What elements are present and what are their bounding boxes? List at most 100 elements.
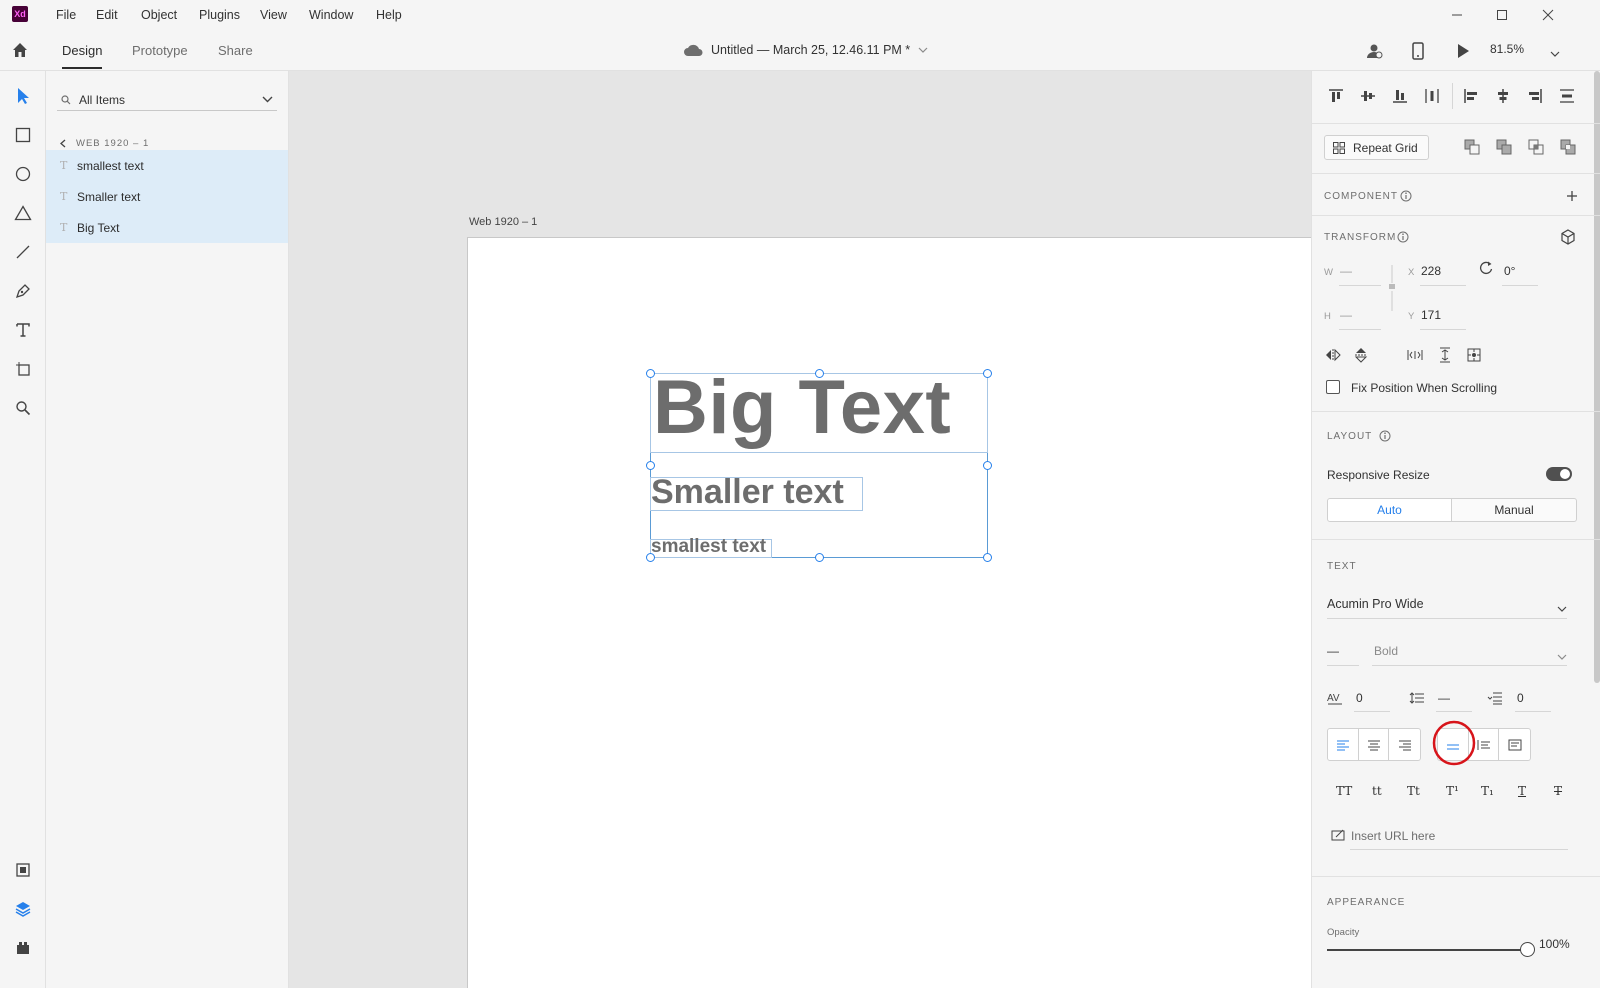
pen-tool-icon[interactable]	[11, 279, 35, 303]
tab-prototype[interactable]: Prototype	[132, 43, 188, 58]
home-icon[interactable]	[11, 41, 29, 62]
maximize-icon[interactable]	[1492, 5, 1512, 25]
strikethrough-button[interactable]: T	[1554, 784, 1562, 798]
zoom-chevron-icon[interactable]	[1550, 46, 1560, 60]
resize-manual-button[interactable]: Manual	[1451, 498, 1577, 522]
artboard[interactable]: Big Text Smaller text smallest text	[467, 237, 1311, 988]
subscript-button[interactable]: T₁	[1481, 784, 1494, 798]
opacity-slider-thumb[interactable]	[1520, 942, 1535, 957]
zoom-tool-icon[interactable]	[11, 396, 35, 420]
font-weight-select[interactable]: Bold	[1374, 644, 1398, 658]
resize-handle[interactable]	[646, 369, 655, 378]
big-text[interactable]: Big Text	[653, 364, 951, 451]
width-field[interactable]: —	[1340, 264, 1352, 278]
tab-share[interactable]: Share	[218, 43, 253, 58]
design-canvas[interactable]: Web 1920 – 1 Big Text Smaller text small…	[289, 71, 1311, 988]
align-center-icon[interactable]	[1493, 86, 1513, 106]
resize-handle[interactable]	[983, 369, 992, 378]
resize-handle[interactable]	[646, 461, 655, 470]
menu-plugins[interactable]: Plugins	[199, 8, 240, 22]
info-icon[interactable]	[1393, 227, 1413, 247]
menu-help[interactable]: Help	[376, 8, 402, 22]
boolean-add-icon[interactable]	[1494, 137, 1514, 157]
info-icon[interactable]	[1375, 426, 1395, 446]
info-icon[interactable]	[1396, 186, 1416, 206]
3d-transform-icon[interactable]	[1558, 227, 1578, 247]
fixed-position-icon[interactable]	[1464, 345, 1484, 365]
tab-design[interactable]: Design	[62, 43, 102, 58]
document-assets-icon[interactable]	[11, 858, 35, 882]
distribute-vertical-icon[interactable]	[1557, 86, 1577, 106]
text-align-center-icon[interactable]	[1359, 729, 1390, 760]
responsive-resize-toggle[interactable]	[1546, 467, 1572, 481]
layers-icon[interactable]	[11, 897, 35, 921]
align-bottom-icon[interactable]	[1390, 86, 1410, 106]
search-input[interactable]: All Items	[79, 93, 262, 107]
menu-object[interactable]: Object	[141, 8, 177, 22]
rotation-field[interactable]: 0°	[1504, 264, 1515, 278]
fixed-height-icon[interactable]	[1435, 345, 1455, 365]
line-spacing-field[interactable]: —	[1438, 691, 1450, 705]
smallest-text[interactable]: smallest text	[651, 536, 766, 558]
layer-item[interactable]: T Big Text	[46, 212, 288, 243]
boolean-exclude-icon[interactable]	[1558, 137, 1578, 157]
back-chevron-icon[interactable]	[60, 139, 66, 148]
text-tool-icon[interactable]	[11, 318, 35, 342]
invite-user-icon[interactable]	[1364, 41, 1384, 64]
flip-vertical-icon[interactable]	[1351, 345, 1371, 365]
smaller-text[interactable]: Smaller text	[651, 473, 844, 512]
superscript-button[interactable]: T¹	[1446, 784, 1459, 798]
layer-item[interactable]: T Smaller text	[46, 181, 288, 212]
plugins-icon[interactable]	[11, 936, 35, 960]
chevron-down-icon[interactable]	[1557, 649, 1567, 663]
line-tool-icon[interactable]	[11, 240, 35, 264]
url-input[interactable]: Insert URL here	[1351, 829, 1435, 843]
text-group[interactable]: Big Text Smaller text smallest text	[646, 365, 992, 562]
distribute-horizontal-icon[interactable]	[1422, 86, 1442, 106]
layers-search[interactable]: All Items	[57, 89, 277, 111]
paragraph-spacing-field[interactable]: 0	[1517, 691, 1524, 705]
align-middle-icon[interactable]	[1358, 86, 1378, 106]
add-component-icon[interactable]	[1562, 186, 1582, 206]
boolean-subtract-icon[interactable]	[1462, 137, 1482, 157]
fixed-size-icon[interactable]	[1499, 729, 1530, 760]
artboard-label[interactable]: Web 1920 – 1	[469, 216, 537, 228]
resize-handle[interactable]	[983, 553, 992, 562]
menu-view[interactable]: View	[260, 8, 287, 22]
resize-handle[interactable]	[983, 461, 992, 470]
ellipse-tool-icon[interactable]	[11, 162, 35, 186]
minimize-icon[interactable]	[1447, 5, 1467, 25]
layer-item[interactable]: T smallest text	[46, 150, 288, 181]
font-size-field[interactable]: —	[1327, 644, 1339, 658]
opacity-slider-track[interactable]	[1327, 949, 1527, 951]
resize-handle[interactable]	[646, 553, 655, 562]
y-field[interactable]: 171	[1421, 308, 1441, 322]
chevron-down-icon[interactable]	[262, 96, 273, 103]
rectangle-tool-icon[interactable]	[11, 123, 35, 147]
align-left-icon[interactable]	[1461, 86, 1481, 106]
fixed-width-icon[interactable]	[1405, 345, 1425, 365]
underline-button[interactable]: T	[1518, 784, 1526, 798]
select-tool-icon[interactable]	[11, 84, 35, 108]
flip-horizontal-icon[interactable]	[1323, 345, 1343, 365]
lowercase-button[interactable]: tt	[1372, 784, 1382, 798]
inspector-scrollbar[interactable]	[1594, 71, 1600, 683]
device-preview-icon[interactable]	[1411, 41, 1425, 64]
chevron-down-icon[interactable]	[1557, 601, 1567, 615]
lock-aspect-icon[interactable]	[1388, 265, 1396, 316]
character-spacing-field[interactable]: 0	[1356, 691, 1363, 705]
menu-window[interactable]: Window	[309, 8, 353, 22]
resize-handle[interactable]	[815, 553, 824, 562]
uppercase-button[interactable]: TT	[1336, 784, 1352, 798]
menu-edit[interactable]: Edit	[96, 8, 118, 22]
repeat-grid-button[interactable]: Repeat Grid	[1324, 135, 1429, 160]
opacity-value[interactable]: 100%	[1539, 937, 1570, 951]
breadcrumb[interactable]: WEB 1920 – 1	[60, 138, 149, 149]
menu-file[interactable]: File	[56, 8, 76, 22]
titlecase-button[interactable]: Tt	[1407, 784, 1420, 798]
x-field[interactable]: 228	[1421, 264, 1441, 278]
text-align-left-icon[interactable]	[1328, 729, 1359, 760]
resize-auto-button[interactable]: Auto	[1327, 498, 1452, 522]
text-align-right-icon[interactable]	[1389, 729, 1420, 760]
align-right-icon[interactable]	[1525, 86, 1545, 106]
